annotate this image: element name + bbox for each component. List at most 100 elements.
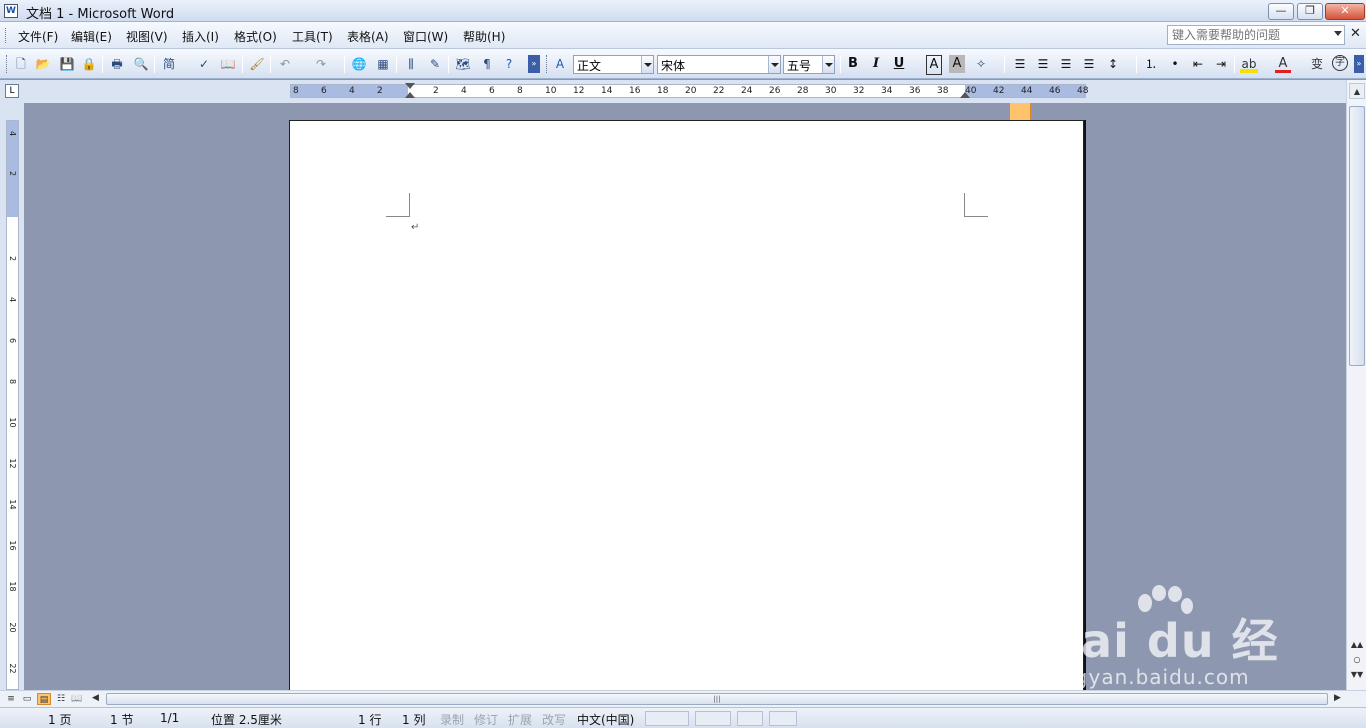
toolbar-grip[interactable] xyxy=(6,55,8,73)
style-dropdown-arrow[interactable] xyxy=(641,56,653,73)
style-combo[interactable]: 正文 xyxy=(573,55,654,74)
scroll-up-arrow-icon[interactable]: ▲ xyxy=(1349,83,1365,99)
justify-icon[interactable]: ☰ xyxy=(1080,55,1098,73)
columns-icon[interactable]: ⫼ xyxy=(402,55,420,73)
enclose-characters-icon[interactable]: 字 xyxy=(1332,55,1348,71)
document-map-icon[interactable]: 🗺 xyxy=(454,55,472,73)
horizontal-scrollbar[interactable]: ≡ ▭ ▤ ☷ 📖 ◀ ||| ▶ xyxy=(0,690,1366,707)
phonetic-guide-icon[interactable]: 变 xyxy=(1308,55,1326,73)
character-scaling-icon[interactable]: ✧ xyxy=(972,55,990,73)
bold-button[interactable]: B xyxy=(845,55,861,73)
size-dropdown-arrow[interactable] xyxy=(822,56,834,73)
toolbar-grip[interactable] xyxy=(546,55,548,73)
status-record-macro[interactable]: 录制 xyxy=(440,711,464,728)
vertical-scrollbar[interactable]: ▲ ▲▲ ○ ▼▼ xyxy=(1346,80,1366,690)
undo-icon[interactable]: ↶ xyxy=(276,55,294,73)
menu-insert[interactable]: 插入(I) xyxy=(182,28,219,45)
menu-window[interactable]: 窗口(W) xyxy=(403,28,448,45)
right-indent-marker[interactable] xyxy=(960,92,970,98)
bullets-icon[interactable]: • xyxy=(1166,55,1184,73)
web-layout-view-icon[interactable]: ▭ xyxy=(20,693,34,705)
print-icon[interactable]: 🖶 xyxy=(108,55,126,73)
print-preview-icon[interactable]: 🔍 xyxy=(132,55,150,73)
status-position: 位置 2.5厘米 xyxy=(211,713,282,727)
vertical-ruler[interactable]: 4 2 2 4 6 8 10 12 14 16 18 20 22 xyxy=(6,120,19,690)
toolbar-options-icon-2[interactable]: » xyxy=(1354,55,1364,73)
spelling-icon[interactable]: ✓ xyxy=(195,55,213,73)
horizontal-ruler[interactable]: 8 6 4 2 2 4 6 8 10 12 14 16 18 20 22 24 26 28 30 32 34 36 38 40… xyxy=(290,83,1088,98)
line-spacing-icon[interactable]: ↕ xyxy=(1104,55,1122,73)
character-border-button[interactable]: A xyxy=(926,55,942,75)
minimize-button[interactable]: — xyxy=(1268,3,1294,20)
toolbar-options-icon[interactable]: » xyxy=(528,55,540,73)
align-right-icon[interactable]: ☰ xyxy=(1057,55,1075,73)
menu-help[interactable]: 帮助(H) xyxy=(463,28,505,45)
permission-icon[interactable]: 🔒 xyxy=(80,55,98,73)
status-track-changes[interactable]: 修订 xyxy=(474,711,498,728)
font-dropdown-arrow[interactable] xyxy=(768,56,780,73)
menu-table[interactable]: 表格(A) xyxy=(347,28,389,45)
close-button[interactable]: ✕ xyxy=(1325,3,1365,20)
vertical-scroll-thumb[interactable] xyxy=(1349,106,1365,366)
redo-icon[interactable]: ↷ xyxy=(312,55,330,73)
insert-table-icon[interactable]: ▦ xyxy=(374,55,392,73)
simplified-chinese-icon[interactable]: 简 xyxy=(160,55,178,73)
open-folder-icon[interactable]: 📂 xyxy=(34,55,52,73)
styles-pane-icon[interactable]: A xyxy=(551,55,569,73)
word-app-icon[interactable]: W xyxy=(4,4,18,18)
numbering-icon[interactable]: ⒈ xyxy=(1142,55,1160,73)
new-document-icon[interactable]: 🗋 xyxy=(12,55,30,73)
italic-button[interactable]: I xyxy=(868,55,884,73)
restore-button[interactable]: ❐ xyxy=(1297,3,1323,20)
drawing-icon[interactable]: ✎ xyxy=(426,55,444,73)
status-extend[interactable]: 扩展 xyxy=(508,711,532,728)
status-empty-box xyxy=(645,711,689,726)
vruler-tick-label: 6 xyxy=(8,337,17,344)
menu-view[interactable]: 视图(V) xyxy=(126,28,168,45)
character-shading-button[interactable]: A xyxy=(949,55,965,73)
first-line-indent-marker[interactable] xyxy=(405,83,415,89)
scroll-right-arrow-icon[interactable]: ▶ xyxy=(1334,693,1341,703)
document-close-icon[interactable]: ✕ xyxy=(1350,26,1361,41)
help-search-box[interactable] xyxy=(1167,25,1345,45)
menu-tools[interactable]: 工具(T) xyxy=(292,28,333,45)
menu-format[interactable]: 格式(O) xyxy=(234,28,277,45)
menu-file[interactable]: 文件(F) xyxy=(18,28,58,45)
size-combo[interactable]: 五号 xyxy=(783,55,835,74)
reading-layout-view-icon[interactable]: 📖 xyxy=(70,693,84,705)
increase-indent-icon[interactable]: ⇥ xyxy=(1212,55,1230,73)
highlight-icon[interactable]: ab xyxy=(1240,55,1258,73)
format-painter-icon[interactable]: 🖌 xyxy=(248,55,266,73)
toolbar-separator xyxy=(344,55,345,73)
align-center-icon[interactable]: ☰ xyxy=(1034,55,1052,73)
help-search-input[interactable] xyxy=(1168,26,1318,44)
font-color-button[interactable]: A xyxy=(1275,55,1291,73)
menu-bar: 文件(F) 编辑(E) 视图(V) 插入(I) 格式(O) 工具(T) 表格(A… xyxy=(0,22,1366,49)
normal-view-icon[interactable]: ≡ xyxy=(4,693,18,705)
help-icon[interactable]: ? xyxy=(500,55,518,73)
document-page[interactable]: ↵ xyxy=(289,120,1084,690)
size-value: 五号 xyxy=(787,59,812,73)
next-page-icon[interactable]: ▼▼ xyxy=(1350,670,1364,682)
previous-page-icon[interactable]: ▲▲ xyxy=(1350,640,1364,652)
help-dropdown-arrow[interactable] xyxy=(1334,31,1342,36)
save-icon[interactable]: 💾 xyxy=(58,55,76,73)
tab-selector[interactable]: L xyxy=(5,84,19,98)
toolbar-separator xyxy=(448,55,449,73)
menu-edit[interactable]: 编辑(E) xyxy=(71,28,112,45)
research-icon[interactable]: 📖 xyxy=(219,55,237,73)
underline-button[interactable]: U xyxy=(891,55,907,73)
decrease-indent-icon[interactable]: ⇤ xyxy=(1189,55,1207,73)
align-left-icon[interactable]: ☰ xyxy=(1011,55,1029,73)
status-overtype[interactable]: 改写 xyxy=(542,711,566,728)
hanging-indent-marker[interactable] xyxy=(405,92,415,98)
select-browse-object-icon[interactable]: ○ xyxy=(1350,655,1364,667)
horizontal-scroll-thumb[interactable]: ||| xyxy=(106,693,1328,705)
font-combo[interactable]: 宋体 xyxy=(657,55,781,74)
menubar-grip[interactable] xyxy=(5,28,8,43)
outline-view-icon[interactable]: ☷ xyxy=(54,693,68,705)
print-layout-view-icon[interactable]: ▤ xyxy=(37,693,51,705)
scroll-left-arrow-icon[interactable]: ◀ xyxy=(92,693,99,703)
show-hide-icon[interactable]: ¶ xyxy=(478,55,496,73)
hyperlink-icon[interactable]: 🌐 xyxy=(350,55,368,73)
